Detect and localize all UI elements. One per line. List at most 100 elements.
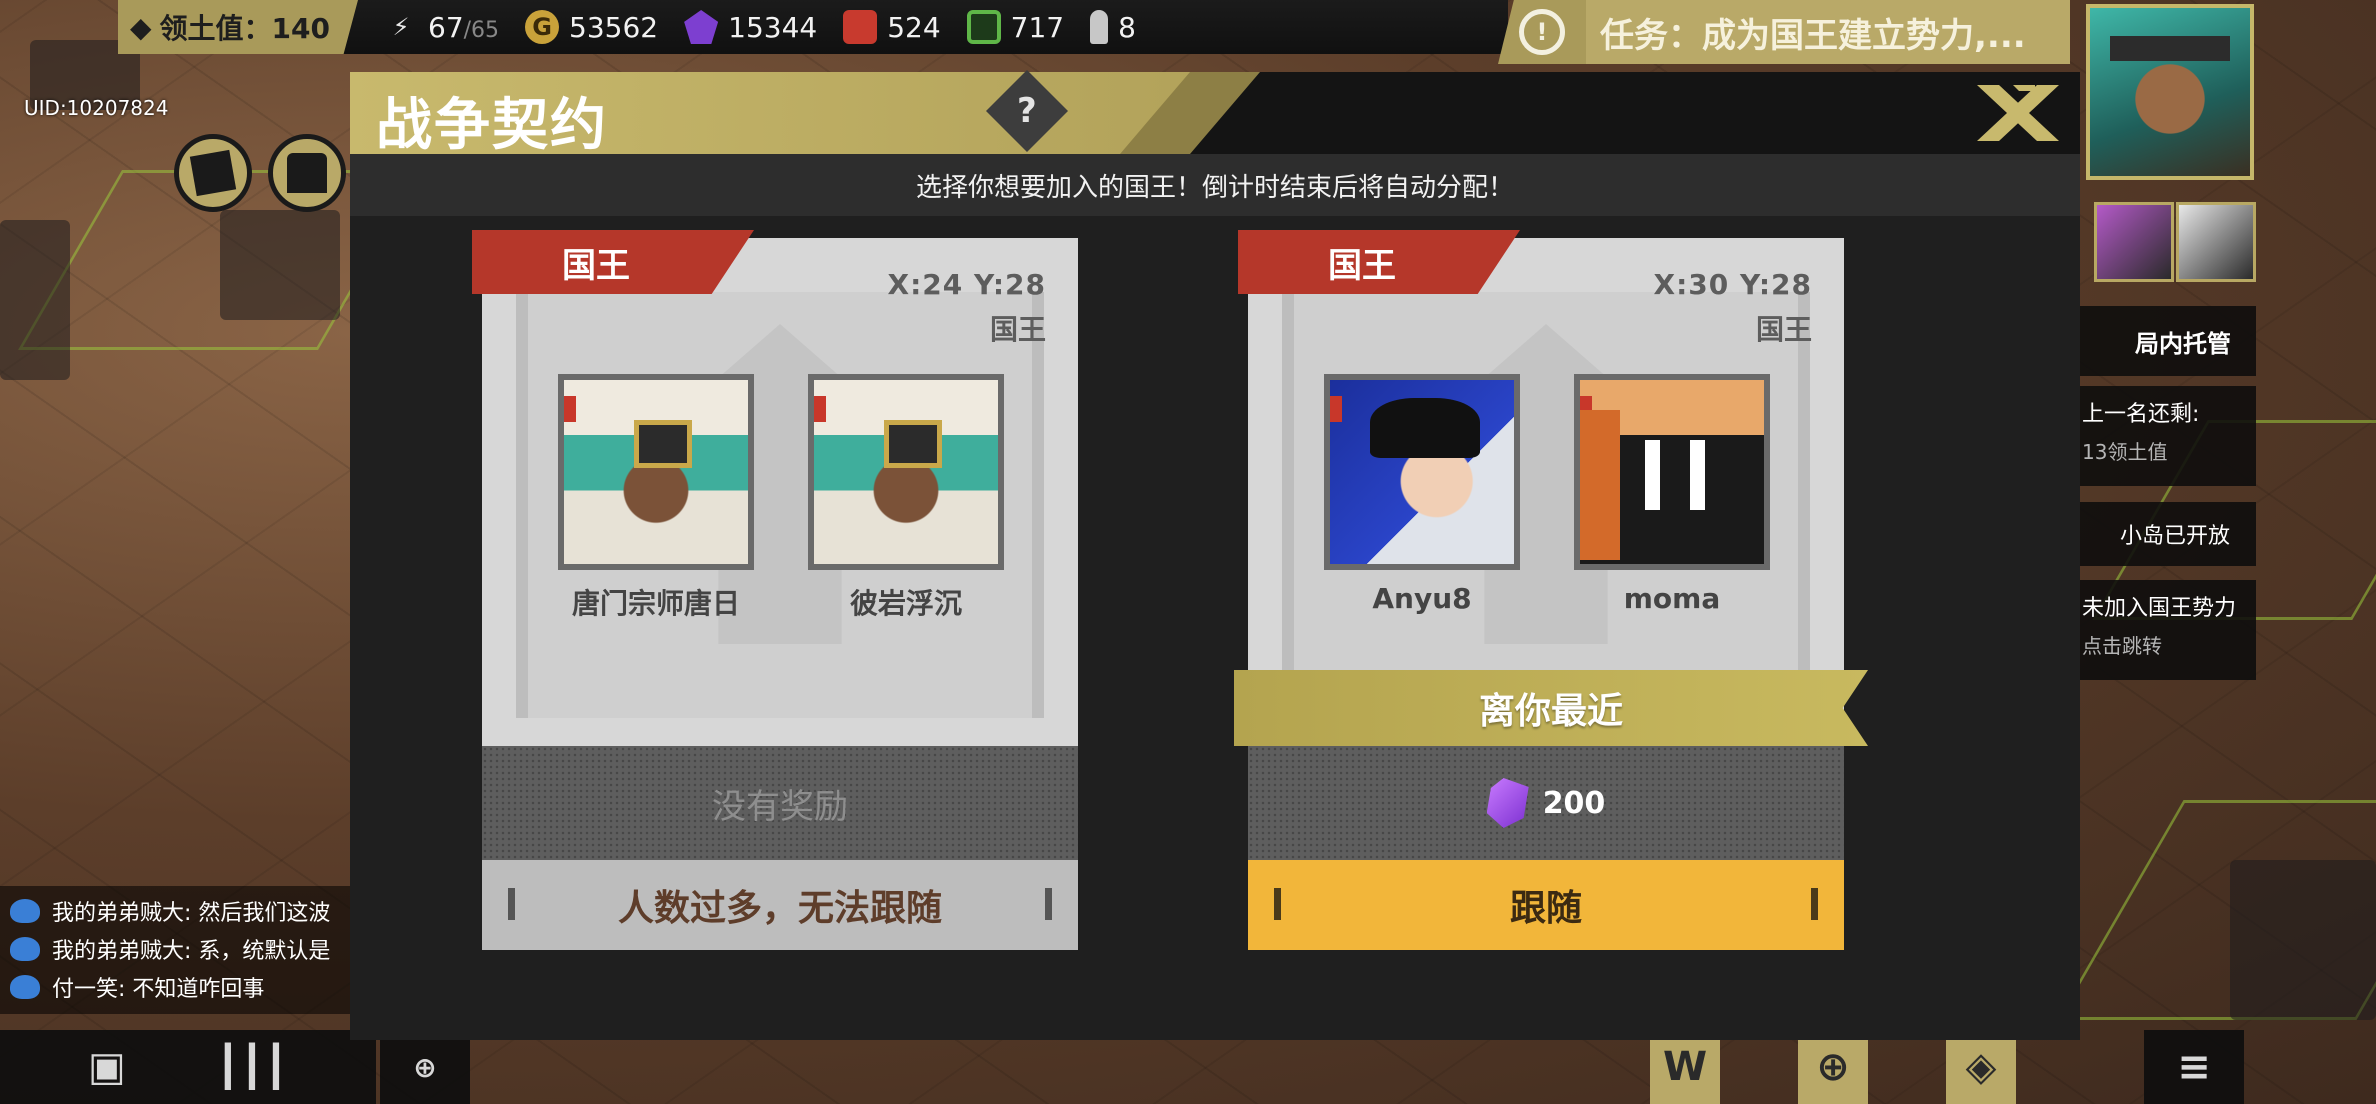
crystal-value: 15344 bbox=[728, 10, 818, 44]
territory-icon: ◆ bbox=[130, 10, 152, 44]
cards-icon bbox=[189, 149, 237, 197]
chat-panel[interactable]: 我的弟弟贼大: 然后我们这波 我的弟弟贼大: 系，统默认是 付一笑: 不知道咋回… bbox=[0, 886, 352, 1014]
energy-resource[interactable]: ⚡ 67/65 bbox=[384, 10, 499, 44]
auto-manage-button[interactable]: 局内托管 bbox=[2076, 306, 2256, 376]
king-card-panel: X:30 Y:28 国王 Anyu8 moma bbox=[1248, 238, 1844, 746]
help-icon: ? bbox=[1017, 90, 1037, 131]
gold-resource[interactable]: G 53562 bbox=[525, 10, 658, 44]
follow-button-disabled[interactable]: 人数过多，无法跟随 bbox=[482, 860, 1078, 950]
king-card-panel: X:24 Y:28 国王 唐门宗师唐日 彼岩浮沉 bbox=[482, 238, 1078, 746]
fuel-can-icon bbox=[843, 10, 878, 44]
island-open-label: 小岛已开放 bbox=[2120, 524, 2231, 549]
base-map-button[interactable]: ◈ bbox=[1946, 1030, 2016, 1104]
join-king-hint: 点击跳转 bbox=[2082, 634, 2162, 658]
ammo-resource[interactable]: 8 bbox=[1090, 10, 1136, 44]
hero-avatar-1[interactable] bbox=[2094, 202, 2174, 282]
member-slot[interactable]: 唐门宗师唐日 bbox=[558, 374, 754, 622]
flag-marker bbox=[814, 396, 826, 422]
locate-panel: ⊕ bbox=[380, 1030, 470, 1104]
rank-info-title: 上一名还剩: bbox=[2082, 402, 2200, 427]
player-uid: UID:10207824 bbox=[24, 96, 169, 120]
king-coordinates: X:30 Y:28 bbox=[1653, 268, 1812, 301]
crystal-resource[interactable]: 15344 bbox=[684, 10, 817, 44]
rank-info[interactable]: 上一名还剩: 13领土值 bbox=[2076, 386, 2256, 486]
chip-resource[interactable]: 717 bbox=[966, 10, 1064, 44]
member-avatar bbox=[1574, 374, 1770, 570]
no-reward-text: 没有奖励 bbox=[712, 786, 848, 827]
map-building bbox=[220, 210, 340, 320]
mission-banner[interactable]: ! 任务：成为国王建立势力,... bbox=[1498, 0, 2070, 64]
chat-icon[interactable]: ▣ bbox=[88, 1044, 126, 1090]
world-button[interactable]: ⊕ bbox=[1798, 1030, 1868, 1104]
member-avatar bbox=[558, 374, 754, 570]
chat-text: 我的弟弟贼大: 系，统默认是 bbox=[52, 939, 331, 964]
chat-line: 付一笑: 不知道咋回事 bbox=[10, 968, 342, 1006]
chat-text: 我的弟弟贼大: 然后我们这波 bbox=[52, 901, 331, 926]
territory-value[interactable]: ◆ 领土值：140 bbox=[118, 0, 358, 54]
base-icon bbox=[287, 153, 327, 193]
member-avatar bbox=[808, 374, 1004, 570]
member-name: 唐门宗师唐日 bbox=[571, 587, 740, 620]
gold-value: 53562 bbox=[569, 10, 659, 44]
avatar-portrait bbox=[2110, 36, 2230, 176]
crystal-icon bbox=[1486, 778, 1529, 828]
energy-value: 67 bbox=[428, 10, 464, 44]
base-button[interactable] bbox=[268, 134, 346, 212]
king-tag: 国王 bbox=[472, 230, 754, 294]
map-building bbox=[0, 220, 70, 380]
dialog-subtitle: 选择你想要加入的国王！倒计时结束后将自动分配！ bbox=[350, 154, 2080, 216]
king-role: 国王 bbox=[989, 313, 1046, 346]
chat-line: 我的弟弟贼大: 系，统默认是 bbox=[10, 930, 342, 968]
member-slot[interactable]: moma bbox=[1574, 374, 1770, 615]
hero-avatar-2[interactable] bbox=[2176, 202, 2256, 282]
member-name: moma bbox=[1623, 582, 1721, 615]
fuel-resource[interactable]: 524 bbox=[843, 10, 941, 44]
globe-icon: ⊕ bbox=[1816, 1044, 1850, 1090]
player-avatar[interactable] bbox=[2086, 4, 2254, 180]
island-open-notice[interactable]: 小岛已开放 bbox=[2076, 502, 2256, 566]
dialog-subtitle-text: 选择你想要加入的国王！倒计时结束后将自动分配！ bbox=[915, 172, 1514, 203]
territory-label: 领土值：140 bbox=[159, 12, 330, 45]
dialog-header: 战争契约 ? bbox=[350, 69, 2080, 158]
bottom-left-panel: ▣ ┃┃┃ bbox=[0, 1030, 376, 1104]
crystal-icon bbox=[684, 10, 719, 44]
target-icon: ◈ bbox=[1965, 1044, 1997, 1090]
nearest-ribbon: 离你最近 bbox=[1234, 670, 1868, 746]
join-king-notice[interactable]: 未加入国王势力 点击跳转 bbox=[2076, 580, 2256, 680]
fuel-value: 524 bbox=[887, 10, 941, 44]
resource-bar: ◆ 领土值：140 ⚡ 67/65 G 53562 15344 524 717 … bbox=[118, 0, 1508, 54]
gold-coin-icon: G bbox=[525, 10, 560, 44]
reward-strip: 200 bbox=[1248, 746, 1844, 860]
member-name: 彼岩浮沉 bbox=[849, 587, 962, 620]
menu-icon: ≡ bbox=[2177, 1044, 2211, 1090]
chat-line: 我的弟弟贼大: 然后我们这波 bbox=[10, 892, 342, 930]
king-coordinates: X:24 Y:28 bbox=[887, 268, 1046, 301]
auto-manage-label: 局内托管 bbox=[2135, 329, 2231, 358]
menu-button[interactable]: ≡ bbox=[2144, 1030, 2244, 1104]
cards-button[interactable] bbox=[174, 134, 252, 212]
flag-marker bbox=[1330, 396, 1342, 422]
locate-icon[interactable]: ⊕ bbox=[413, 1051, 436, 1084]
chat-avatar-icon bbox=[10, 899, 40, 923]
member-name: Anyu8 bbox=[1372, 582, 1472, 615]
alliance-button[interactable]: W bbox=[1650, 1030, 1720, 1104]
member-slot[interactable]: 彼岩浮沉 bbox=[808, 374, 1004, 622]
close-button[interactable] bbox=[1970, 80, 2066, 146]
follow-button-label: 跟随 bbox=[1509, 888, 1582, 929]
follow-button-label: 人数过多，无法跟随 bbox=[617, 888, 942, 929]
king-card-1: X:24 Y:28 国王 唐门宗师唐日 彼岩浮沉 国王 没有奖励 人数过多，无法… bbox=[472, 230, 1078, 1024]
ammo-value: 8 bbox=[1118, 10, 1136, 44]
mission-text: 任务：成为国王建立势力,... bbox=[1586, 0, 2070, 64]
follow-button[interactable]: 跟随 bbox=[1248, 860, 1844, 950]
member-slot[interactable]: Anyu8 bbox=[1324, 374, 1520, 615]
close-icon bbox=[1977, 85, 2059, 141]
voice-icon[interactable]: ┃┃┃ bbox=[216, 1044, 288, 1090]
war-contract-dialog: 战争契约 ? 选择你想要加入的国王！倒计时结束后将自动分配！ X:24 Y:28… bbox=[350, 69, 2080, 1040]
lightning-icon: ⚡ bbox=[392, 13, 410, 41]
map-building bbox=[2230, 860, 2376, 1020]
alert-icon: ! bbox=[1498, 0, 1586, 64]
chat-avatar-icon bbox=[10, 937, 40, 961]
rank-info-value: 13领土值 bbox=[2082, 440, 2168, 464]
chat-text: 付一笑: 不知道咋回事 bbox=[52, 977, 265, 1002]
member-avatar bbox=[1324, 374, 1520, 570]
